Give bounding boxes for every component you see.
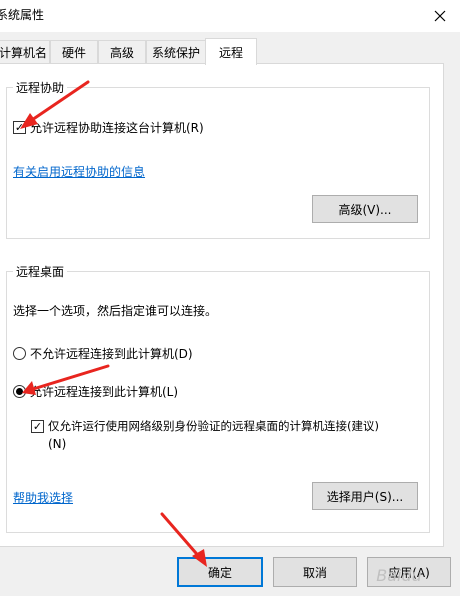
remote-desktop-title: 远程桌面 [13, 263, 68, 280]
disallow-remote-radio[interactable]: 不允许远程连接到此计算机(D) [13, 345, 193, 362]
help-me-choose-link[interactable]: 帮助我选择 [13, 489, 73, 506]
baidu-watermark: Baidu [376, 565, 422, 585]
close-button[interactable] [420, 0, 460, 32]
allow-remote-assistance-label: 允许远程协助连接这台计算机(R) [30, 121, 204, 135]
checkbox-checked-icon: ✓ [31, 420, 44, 433]
window-title: 系统属性 [0, 8, 45, 22]
radio-unselected-icon [13, 347, 26, 360]
tab-system-protection[interactable]: 系统保护 [146, 40, 206, 64]
select-users-button[interactable]: 选择用户(S)... [312, 482, 418, 510]
allow-remote-assistance-checkbox[interactable]: ✓ 允许远程协助连接这台计算机(R) [13, 119, 204, 136]
radio-selected-icon [13, 385, 26, 398]
remote-desktop-group: 远程桌面 选择一个选项，然后指定谁可以连接。 不允许远程连接到此计算机(D) 允… [6, 263, 430, 533]
tab-computer-name[interactable]: 计算机名 [0, 40, 50, 64]
allow-remote-radio[interactable]: 允许远程连接到此计算机(L) [13, 383, 178, 400]
remote-desktop-instruction: 选择一个选项，然后指定谁可以连接。 [13, 304, 218, 318]
nla-label: 仅允许运行使用网络级别身份验证的远程桌面的计算机连接(建议) [48, 419, 379, 433]
checkbox-checked-icon: ✓ [13, 121, 26, 134]
disallow-remote-label: 不允许远程连接到此计算机(D) [30, 347, 193, 361]
advanced-button[interactable]: 高级(V)... [312, 195, 418, 223]
tab-strip: 计算机名 硬件 高级 系统保护 远程 [0, 38, 460, 65]
nla-label-shortcut: (N) [48, 437, 67, 451]
remote-assistance-group: 远程协助 ✓ 允许远程协助连接这台计算机(R) 有关启用远程协助的信息 高级(V… [6, 79, 430, 239]
tab-advanced[interactable]: 高级 [98, 40, 146, 64]
close-icon [434, 10, 446, 22]
nla-checkbox[interactable]: ✓ 仅允许运行使用网络级别身份验证的远程桌面的计算机连接(建议) (N) [31, 418, 379, 451]
tab-remote[interactable]: 远程 [205, 38, 257, 65]
ok-button[interactable]: 确定 [177, 557, 263, 587]
tab-hardware[interactable]: 硬件 [50, 40, 98, 64]
remote-assistance-info-link[interactable]: 有关启用远程协助的信息 [13, 163, 145, 180]
title-bar: 系统属性 [0, 0, 460, 32]
tab-panel-remote: 远程协助 ✓ 允许远程协助连接这台计算机(R) 有关启用远程协助的信息 高级(V… [0, 63, 444, 547]
allow-remote-label: 允许远程连接到此计算机(L) [30, 385, 179, 399]
remote-assistance-title: 远程协助 [13, 79, 68, 96]
